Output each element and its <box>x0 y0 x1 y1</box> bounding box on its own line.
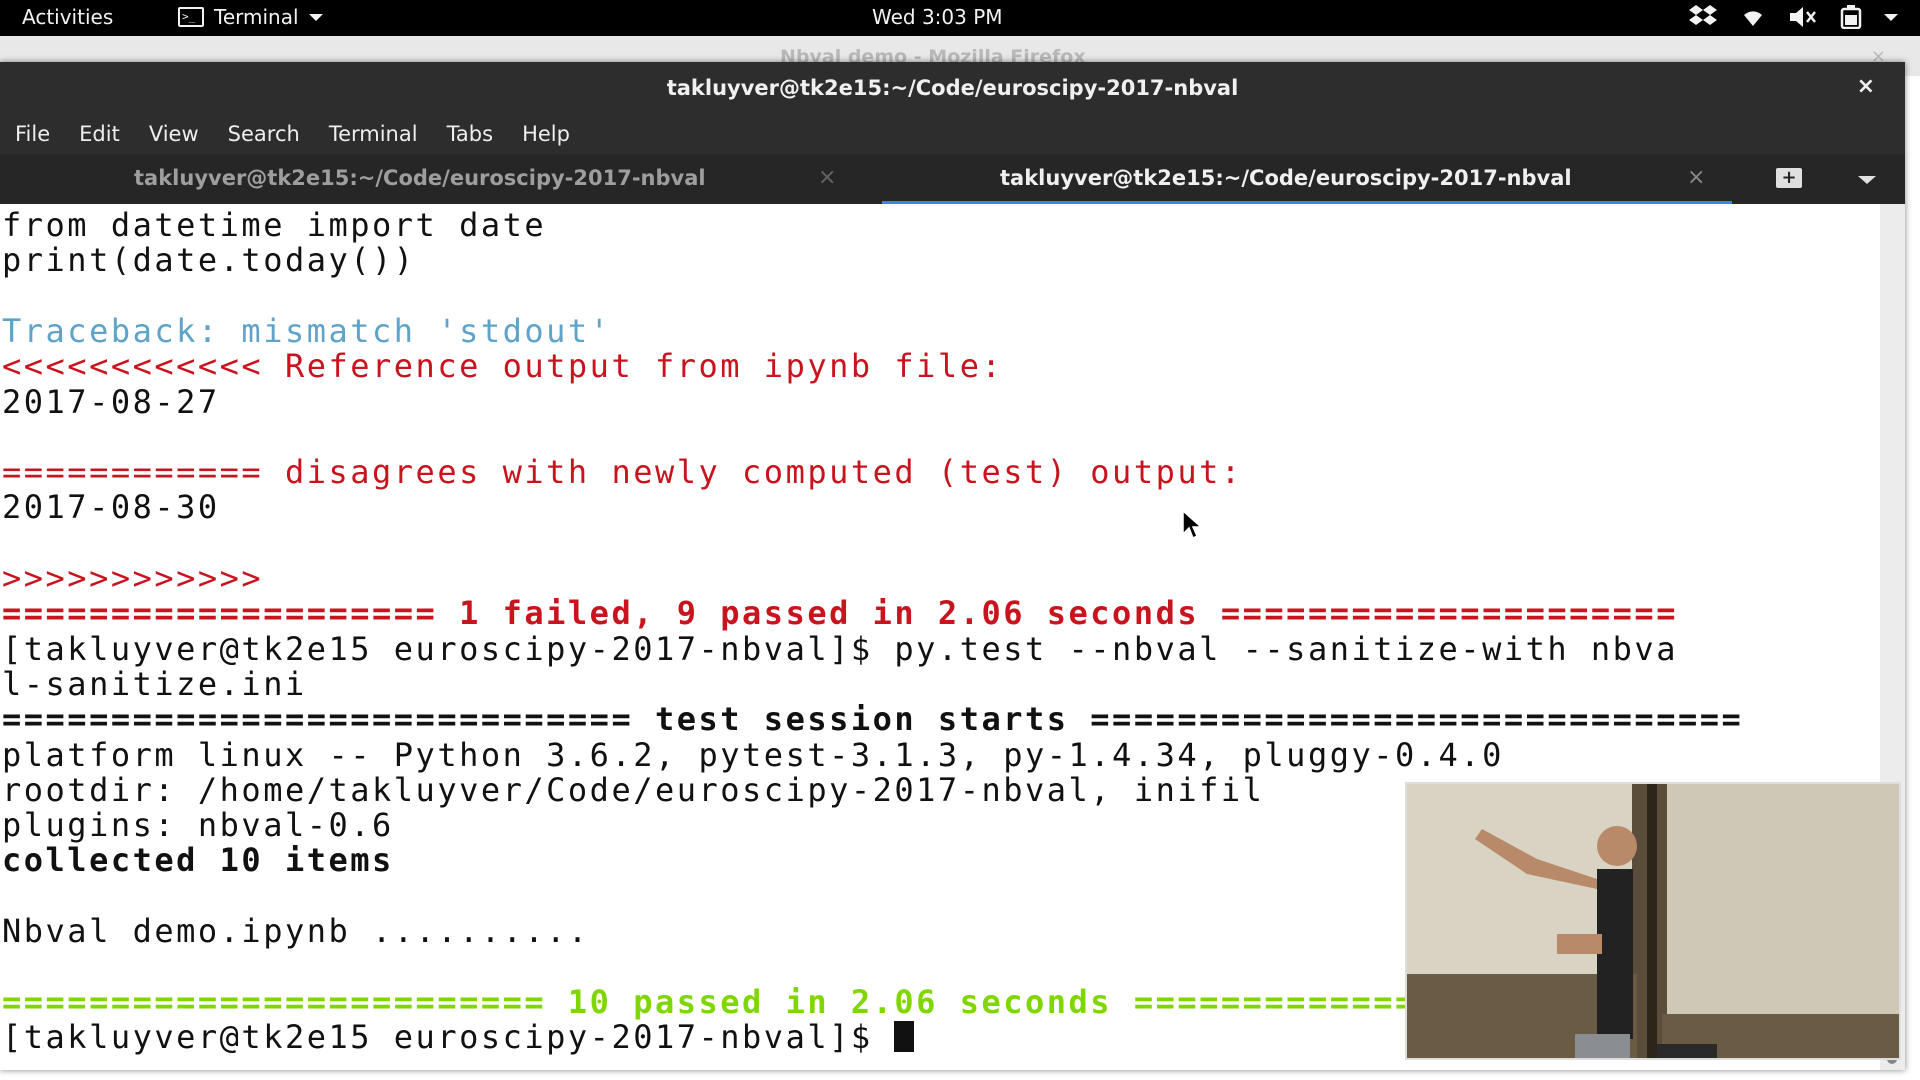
menu-file[interactable]: File <box>15 114 65 154</box>
clock[interactable]: Wed 3:03 PM <box>872 5 1003 29</box>
terminal-line: 2017-08-30 <box>2 490 220 525</box>
close-icon[interactable]: × <box>1687 165 1705 190</box>
terminal-line: Traceback: mismatch 'stdout' <box>2 311 612 350</box>
window-title: takluyver@tk2e15:~/Code/euroscipy-2017-n… <box>666 76 1239 100</box>
terminal-cursor <box>894 1020 915 1052</box>
terminal-line-text: ============ disagrees with newly comput… <box>2 453 1243 492</box>
terminal-line: ==================== 1 failed, 9 passed … <box>2 596 1678 631</box>
terminal-line-text: rootdir: /home/takluyver/Code/euroscipy-… <box>2 770 1265 809</box>
chevron-down-icon[interactable] <box>1858 176 1876 184</box>
terminal-line-text: 2017-08-30 <box>2 488 220 527</box>
tab-label: takluyver@tk2e15:~/Code/euroscipy-2017-n… <box>134 166 706 190</box>
window-titlebar[interactable]: takluyver@tk2e15:~/Code/euroscipy-2017-n… <box>0 62 1905 114</box>
terminal-line-text: print(date.today()) <box>2 241 416 280</box>
menu-help[interactable]: Help <box>522 114 585 154</box>
terminal-line: platform linux -- Python 3.6.2, pytest-3… <box>2 735 1504 774</box>
terminal-icon: >_ <box>178 7 204 27</box>
terminal-line-text: Nbval demo.ipynb .......... <box>2 912 590 950</box>
terminal-line: ============ disagrees with newly comput… <box>2 455 1243 490</box>
app-menu[interactable]: >_ Terminal <box>178 5 323 29</box>
system-tray[interactable] <box>1688 4 1898 30</box>
tab-bar: takluyver@tk2e15:~/Code/euroscipy-2017-n… <box>0 154 1905 204</box>
terminal-line: <<<<<<<<<<<< Reference output from ipynb… <box>2 349 1003 384</box>
terminal-line: from datetime import date <box>2 208 546 243</box>
speaker-video-inset <box>1405 782 1901 1060</box>
terminal-line: plugins: nbval-0.6 <box>2 808 394 843</box>
menu-terminal[interactable]: Terminal <box>329 114 433 154</box>
dropbox-icon[interactable] <box>1688 4 1718 30</box>
menu-view[interactable]: View <box>149 114 214 154</box>
terminal-line-text: <<<<<<<<<<<< Reference output from ipynb… <box>2 347 1004 386</box>
terminal-line-text: 2017-08-27 <box>2 382 220 421</box>
terminal-line-text: from datetime import date <box>2 206 547 244</box>
chevron-down-icon <box>308 13 323 21</box>
terminal-line-text: ==================== 1 failed, 9 passed … <box>2 594 1678 633</box>
terminal-line: print(date.today()) <box>2 243 416 278</box>
gnome-top-bar: Activities >_ Terminal Wed 3:03 PM <box>0 0 1920 36</box>
terminal-line: Nbval demo.ipynb .......... <box>2 914 590 949</box>
battery-icon[interactable] <box>1840 5 1862 29</box>
terminal-line-text: collected 10 items <box>2 841 394 880</box>
speaker-image <box>1407 784 1899 1058</box>
menu-search[interactable]: Search <box>228 114 315 154</box>
menu-bar: File Edit View Search Terminal Tabs Help <box>0 114 1905 154</box>
terminal-line-text: plugins: nbval-0.6 <box>2 806 394 845</box>
terminal-line: ============================= test sessi… <box>2 702 1743 737</box>
menu-tabs[interactable]: Tabs <box>447 114 509 154</box>
terminal-line: l-sanitize.ini <box>2 664 307 703</box>
chevron-down-icon[interactable] <box>1884 13 1898 21</box>
terminal-line: 2017-08-27 <box>2 382 220 421</box>
new-tab-icon[interactable]: + <box>1776 168 1802 188</box>
close-icon[interactable]: × <box>1857 74 1875 99</box>
terminal-line-text: l-sanitize.ini <box>2 664 307 703</box>
activities-button[interactable]: Activities <box>22 5 113 29</box>
mouse-pointer-icon <box>1182 510 1203 540</box>
tab-label: takluyver@tk2e15:~/Code/euroscipy-2017-n… <box>1000 166 1572 190</box>
terminal-line-text: [takluyver@tk2e15 euroscipy-2017-nbval]$… <box>2 629 1678 668</box>
terminal-line: [takluyver@tk2e15 euroscipy-2017-nbval]$ <box>2 1017 915 1056</box>
terminal-line-text: Traceback: mismatch 'stdout' <box>2 311 612 350</box>
wifi-icon[interactable] <box>1740 6 1766 28</box>
terminal-line: >>>>>>>>>>>> <box>2 561 263 596</box>
terminal-line: [takluyver@tk2e15 euroscipy-2017-nbval]$… <box>2 629 1678 668</box>
terminal-line-text: [takluyver@tk2e15 euroscipy-2017-nbval]$ <box>2 1017 895 1056</box>
menu-edit[interactable]: Edit <box>79 114 135 154</box>
terminal-line-text: ============================= test sessi… <box>2 700 1744 739</box>
terminal-line-text: >>>>>>>>>>>> <box>2 559 264 597</box>
terminal-line-text: platform linux -- Python 3.6.2, pytest-3… <box>2 735 1504 774</box>
tab-2-active[interactable]: takluyver@tk2e15:~/Code/euroscipy-2017-n… <box>882 154 1732 204</box>
terminal-line: rootdir: /home/takluyver/Code/euroscipy-… <box>2 770 1265 809</box>
terminal-line: collected 10 items <box>2 843 394 878</box>
volume-icon[interactable] <box>1788 6 1818 28</box>
close-icon[interactable]: × <box>818 165 836 190</box>
tab-1[interactable]: takluyver@tk2e15:~/Code/euroscipy-2017-n… <box>0 154 882 204</box>
app-menu-label: Terminal <box>214 5 299 29</box>
